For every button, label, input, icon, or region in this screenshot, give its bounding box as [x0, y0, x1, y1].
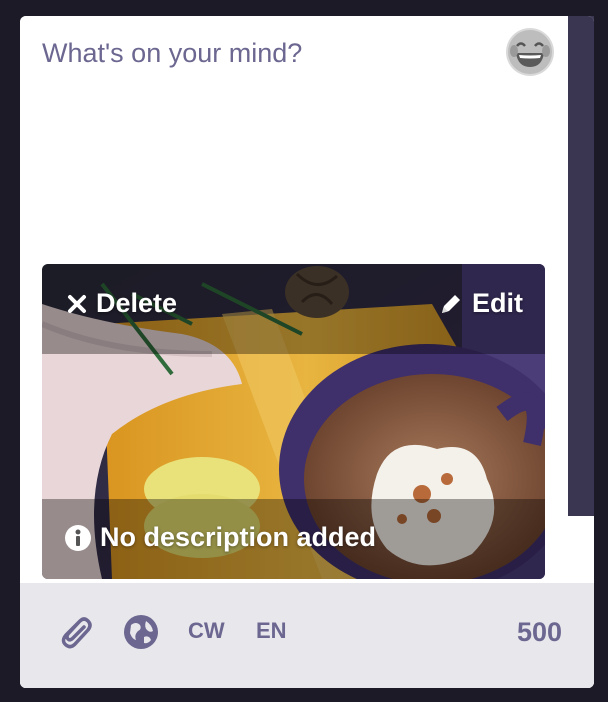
- edit-button[interactable]: Edit: [438, 288, 523, 319]
- emoji-picker-button[interactable]: [506, 28, 554, 76]
- background-strip: [568, 16, 594, 516]
- visibility-button[interactable]: [122, 613, 160, 651]
- globe-icon: [124, 615, 158, 649]
- paperclip-icon: [61, 617, 92, 649]
- edit-label: Edit: [472, 288, 523, 318]
- attach-button[interactable]: [58, 613, 92, 651]
- compose-form: What's on your mind? Delete Edit No desc…: [20, 16, 594, 688]
- close-icon: [68, 294, 86, 313]
- media-attachment: Delete Edit No description added: [42, 264, 545, 579]
- language-button[interactable]: EN: [256, 618, 287, 644]
- compose-toolbar: CW EN 500: [20, 583, 594, 688]
- character-counter: 500: [516, 617, 562, 647]
- laughing-face-icon: [508, 30, 552, 74]
- delete-label: Delete: [96, 288, 178, 318]
- pencil-icon: [442, 294, 460, 313]
- status-textarea[interactable]: What's on your mind?: [20, 16, 568, 266]
- language-label: EN: [256, 618, 287, 643]
- info-icon: [65, 524, 91, 551]
- cw-label: CW: [188, 618, 225, 643]
- content-warning-button[interactable]: CW: [188, 618, 225, 644]
- description-label: No description added: [100, 522, 377, 552]
- delete-button[interactable]: Delete: [66, 288, 177, 319]
- description-button[interactable]: No description added: [64, 522, 376, 553]
- status-placeholder: What's on your mind?: [42, 38, 303, 68]
